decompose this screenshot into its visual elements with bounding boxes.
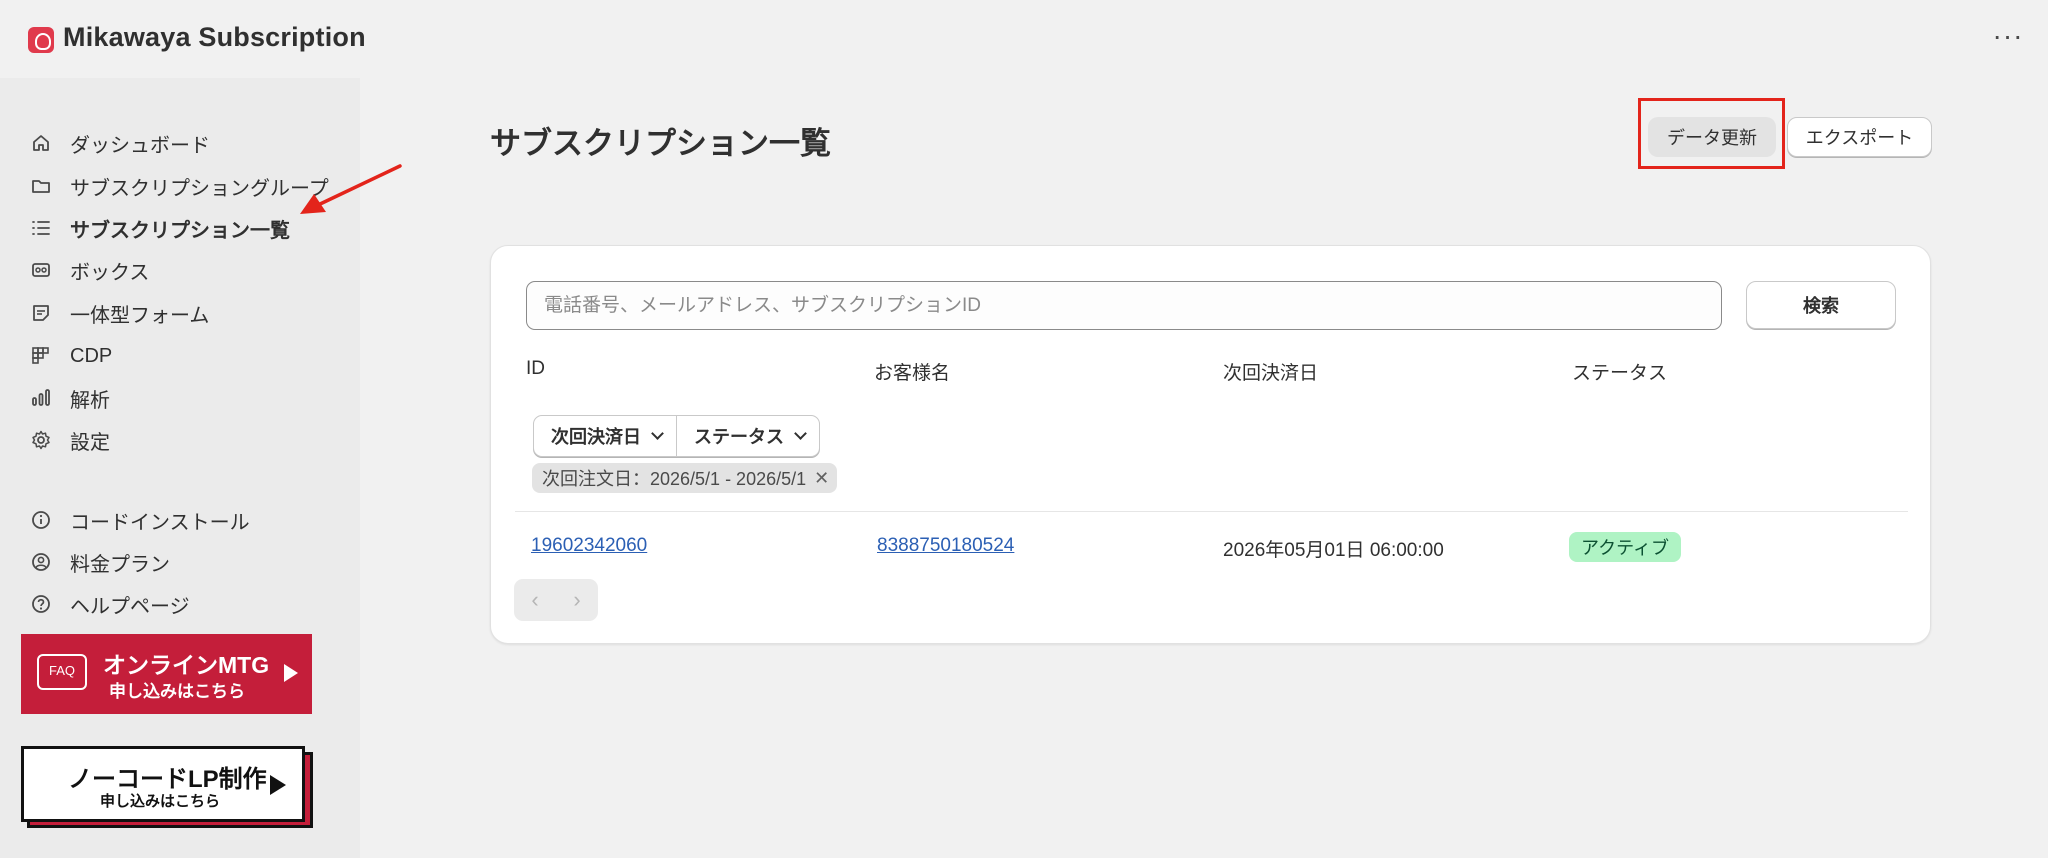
chevron-right-icon[interactable]: › — [556, 579, 598, 621]
grid-icon — [30, 345, 52, 367]
table-row-id: 19602342060 — [531, 535, 647, 557]
close-icon[interactable]: ✕ — [814, 468, 829, 489]
sidebar-item-label: ダッシュボード — [70, 134, 210, 157]
column-header-customer: お客様名 — [874, 363, 951, 384]
applied-filter-tag: 次回注文日：2026/5/1 - 2026/5/1 ✕ — [532, 463, 838, 493]
chevron-left-icon[interactable]: ‹ — [514, 579, 556, 621]
sidebar-item-label: サブスクリプション一覧 — [70, 219, 290, 242]
sidebar-item-form[interactable]: 一体型フォーム — [30, 295, 209, 331]
subscription-list-card: 検索 ID お客様名 次回決済日 ステータス 次回決済日 ステータス 次回注文日… — [490, 245, 1931, 644]
banner-title: ノーコードLP制作 — [68, 766, 267, 793]
home-icon — [30, 132, 52, 154]
customer-link[interactable]: 8388750180524 — [877, 535, 1014, 556]
sidebar-item-label: ヘルプページ — [70, 595, 190, 618]
play-icon — [270, 775, 286, 795]
info-icon — [30, 509, 52, 531]
banner-subtitle: 申し込みはこちら — [100, 793, 221, 810]
search-button[interactable]: 検索 — [1746, 281, 1896, 329]
sidebar-item-label: 解析 — [70, 389, 110, 412]
filter-button-group: 次回決済日 ステータス — [533, 415, 820, 457]
list-icon — [30, 217, 52, 239]
table-row-customer: 8388750180524 — [877, 535, 1014, 557]
search-input[interactable] — [526, 281, 1722, 330]
sidebar-item-label: 料金プラン — [70, 553, 170, 576]
sidebar-item-label: ボックス — [70, 261, 150, 284]
chevron-down-icon — [794, 427, 807, 440]
filter-tag-label: 次回注文日：2026/5/1 - 2026/5/1 — [542, 469, 807, 489]
sidebar-item-label: サブスクリプショングループ — [70, 177, 329, 200]
sidebar-item-dashboard[interactable]: ダッシュボード — [30, 125, 210, 161]
sidebar-item-code-install[interactable]: コードインストール — [30, 502, 250, 538]
filter-next-date-button[interactable]: 次回決済日 — [534, 416, 676, 456]
subscription-id-link[interactable]: 19602342060 — [531, 535, 647, 556]
form-icon — [30, 302, 52, 324]
nocode-lp-banner[interactable]: ノーコードLP制作 申し込みはこちら — [21, 746, 305, 822]
app-header: Mikawaya Subscription ··· — [0, 0, 2048, 78]
pagination: ‹ › — [514, 579, 598, 621]
chevron-down-icon — [651, 427, 664, 440]
more-options-icon[interactable]: ··· — [1988, 22, 2028, 56]
page-title: サブスクリプション一覧 — [490, 126, 831, 161]
app-logo-icon — [28, 27, 54, 53]
column-header-status: ステータス — [1572, 363, 1668, 384]
faq-bubble-icon: FAQ — [37, 654, 87, 690]
refresh-data-button[interactable]: データ更新 — [1648, 117, 1776, 157]
sidebar-item-subscription-groups[interactable]: サブスクリプショングループ — [30, 168, 329, 204]
sidebar-item-label: 一体型フォーム — [70, 304, 210, 327]
table-row-next-date: 2026年05月01日 06:00:00 — [1223, 540, 1444, 561]
box-icon — [30, 259, 52, 281]
chart-icon — [30, 387, 52, 409]
divider — [515, 511, 1908, 512]
folder-icon — [30, 175, 52, 197]
sidebar-item-analytics[interactable]: 解析 — [30, 380, 110, 416]
column-header-next-date: 次回決済日 — [1223, 363, 1319, 384]
play-icon — [284, 664, 298, 682]
help-icon — [30, 593, 52, 615]
sidebar-item-subscription-list[interactable]: サブスクリプション一覧 — [30, 210, 290, 246]
sidebar-item-pricing[interactable]: 料金プラン — [30, 544, 170, 580]
status-badge: アクティブ — [1569, 532, 1682, 562]
gear-icon — [30, 429, 52, 451]
annotation-arrow — [300, 164, 402, 214]
online-mtg-banner[interactable]: FAQ オンラインMTG 申し込みはこちら — [21, 634, 312, 714]
sidebar-item-cdp[interactable]: CDP — [30, 338, 112, 374]
export-button[interactable]: エクスポート — [1787, 117, 1932, 157]
column-header-id: ID — [526, 358, 545, 379]
banner-subtitle: 申し込みはこちら — [109, 682, 245, 701]
sidebar-item-box[interactable]: ボックス — [30, 252, 149, 288]
user-circle-icon — [30, 551, 52, 573]
sidebar-item-label: CDP — [70, 344, 113, 367]
sidebar-item-label: コードインストール — [70, 511, 250, 534]
banner-title: オンラインMTG — [103, 652, 270, 678]
sidebar-item-help[interactable]: ヘルプページ — [30, 586, 190, 622]
sidebar-item-label: 設定 — [70, 431, 110, 454]
filter-label: ステータス — [694, 427, 784, 447]
sidebar-item-settings[interactable]: 設定 — [30, 422, 110, 458]
app-title: Mikawaya Subscription — [63, 22, 366, 52]
filter-label: 次回決済日 — [551, 427, 641, 447]
filter-status-button[interactable]: ステータス — [676, 416, 819, 456]
